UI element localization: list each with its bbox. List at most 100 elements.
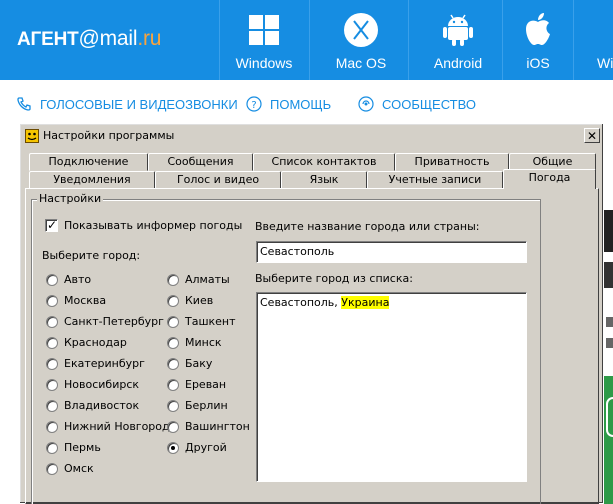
platform-macos[interactable]: Mac OS — [319, 0, 403, 80]
radio-city-berlin[interactable]: Берлин — [167, 399, 228, 412]
radio-city-minsk[interactable]: Минск — [167, 336, 222, 349]
radio-label: Нижний Новгород — [64, 420, 170, 433]
radio-city-perm[interactable]: Пермь — [46, 441, 101, 454]
nav-label: ГОЛОСОВЫЕ И ВИДЕОЗВОНКИ — [40, 96, 238, 112]
checkmark-icon: ✓ — [47, 218, 58, 232]
tab-voice-video[interactable]: Голос и видео — [155, 171, 281, 189]
header-separator — [408, 0, 409, 80]
tab-accounts[interactable]: Учетные записи — [367, 171, 503, 189]
platform-ios[interactable]: iOS — [505, 0, 571, 80]
radio-city-yerevan[interactable]: Ереван — [167, 378, 226, 391]
agent-app-icon — [25, 129, 39, 143]
radio-button[interactable] — [167, 378, 179, 391]
tab-contact-list[interactable]: Список контактов — [253, 153, 395, 171]
radio-label: Екатеринбург — [64, 357, 145, 370]
tab-label: Уведомления — [53, 173, 131, 186]
radio-city-vladivostok[interactable]: Владивосток — [46, 399, 139, 412]
radio-city-novosibirsk[interactable]: Новосибирск — [46, 378, 139, 391]
platform-label: Wi — [597, 55, 613, 71]
radio-label: Краснодар — [64, 336, 127, 349]
tab-weather[interactable]: Погода — [503, 169, 596, 189]
tab-messages[interactable]: Сообщения — [148, 153, 253, 171]
radio-button[interactable] — [167, 420, 179, 433]
nav-voice-video-calls[interactable]: ГОЛОСОВЫЕ И ВИДЕОЗВОНКИ — [16, 96, 238, 112]
radio-button[interactable] — [46, 420, 58, 433]
circle-fragment — [606, 397, 613, 437]
city-input-value: Севастополь — [260, 245, 335, 258]
radio-city-moscow[interactable]: Москва — [46, 294, 106, 307]
android-icon — [443, 14, 473, 46]
sub-navigation: ГОЛОСОВЫЕ И ВИДЕОЗВОНКИ ? ПОМОЩЬ СООБЩЕС… — [0, 80, 613, 126]
radio-button[interactable] — [46, 378, 58, 391]
dialog-title: Настройки программы — [43, 129, 175, 142]
phone-icon — [17, 97, 31, 111]
list-item-country-highlight: Украина — [341, 296, 390, 309]
settings-dialog: Настройки программы ✕ Подключение Сообще… — [19, 123, 604, 504]
header-separator — [573, 0, 574, 80]
radio-button[interactable] — [46, 315, 58, 328]
radio-button[interactable] — [46, 399, 58, 412]
radio-label: Санкт-Петербург — [64, 315, 164, 328]
radio-button-selected[interactable] — [167, 441, 179, 454]
heading-fragment — [603, 210, 613, 252]
radio-button[interactable] — [46, 357, 58, 370]
show-weather-checkbox[interactable]: ✓ Показывать информер погоды — [45, 218, 243, 232]
tab-privacy[interactable]: Приватность — [395, 153, 509, 171]
radio-button[interactable] — [167, 336, 179, 349]
tab-notifications[interactable]: Уведомления — [29, 171, 155, 189]
text-fragment — [606, 338, 613, 348]
platform-windows[interactable]: Windows — [222, 0, 306, 80]
radio-city-krasnodar[interactable]: Краснодар — [46, 336, 127, 349]
radio-city-tashkent[interactable]: Ташкент — [167, 315, 236, 328]
tab-language[interactable]: Язык — [281, 171, 367, 189]
header-separator — [502, 0, 503, 80]
radio-city-auto[interactable]: Авто — [46, 273, 91, 286]
windows-icon — [249, 15, 279, 45]
radio-city-saint-petersburg[interactable]: Санкт-Петербург — [46, 315, 164, 328]
radio-label: Омск — [64, 462, 94, 475]
agent-mail-logo[interactable]: АГЕНТ@mail.ru — [17, 27, 161, 51]
logo-text-mail: @mail — [78, 27, 138, 50]
radio-button[interactable] — [46, 441, 58, 454]
macos-x-icon — [344, 13, 378, 47]
radio-button[interactable] — [167, 315, 179, 328]
city-results-list[interactable]: Севастополь, Украина — [256, 292, 527, 482]
radio-label: Берлин — [185, 399, 228, 412]
radio-city-nizhny-novgorod[interactable]: Нижний Новгород — [46, 420, 170, 433]
nav-help[interactable]: ? ПОМОЩЬ — [246, 96, 331, 112]
radio-button[interactable] — [167, 294, 179, 307]
platform-label: Android — [433, 55, 483, 71]
radio-button[interactable] — [46, 273, 58, 286]
radio-city-omsk[interactable]: Омск — [46, 462, 94, 475]
radio-city-baku[interactable]: Баку — [167, 357, 212, 370]
radio-city-other[interactable]: Другой — [167, 441, 227, 454]
tab-connection[interactable]: Подключение — [29, 153, 148, 171]
radio-button[interactable] — [46, 294, 58, 307]
radio-city-kiev[interactable]: Киев — [167, 294, 213, 307]
header-separator — [219, 0, 220, 80]
city-list-item[interactable]: Севастополь, Украина — [260, 296, 523, 309]
tab-label: Погода — [528, 171, 571, 184]
close-button[interactable]: ✕ — [584, 128, 600, 143]
nav-community[interactable]: СООБЩЕСТВО — [358, 96, 476, 112]
dialog-titlebar[interactable]: Настройки программы ✕ — [23, 127, 600, 145]
radio-button[interactable] — [167, 357, 179, 370]
city-search-input[interactable]: Севастополь — [256, 241, 527, 263]
show-weather-label: Показывать информер погоды — [64, 219, 243, 232]
radio-label: Другой — [185, 441, 227, 454]
platform-android[interactable]: Android — [416, 0, 500, 80]
radio-button[interactable] — [46, 336, 58, 349]
checkbox-box[interactable]: ✓ — [45, 218, 58, 232]
platform-windows-phone[interactable]: Wi — [595, 0, 613, 80]
radio-city-yekaterinburg[interactable]: Екатеринбург — [46, 357, 145, 370]
nav-label: СООБЩЕСТВО — [382, 96, 476, 112]
svg-text:?: ? — [251, 100, 256, 111]
radio-city-washington[interactable]: Вашингтон — [167, 420, 250, 433]
radio-selected-dot — [171, 445, 175, 450]
tab-label: Язык — [309, 173, 339, 186]
radio-city-almaty[interactable]: Алматы — [167, 273, 230, 286]
radio-button[interactable] — [167, 273, 179, 286]
radio-button[interactable] — [167, 399, 179, 412]
tab-label: Сообщения — [167, 155, 234, 168]
radio-button[interactable] — [46, 462, 58, 475]
